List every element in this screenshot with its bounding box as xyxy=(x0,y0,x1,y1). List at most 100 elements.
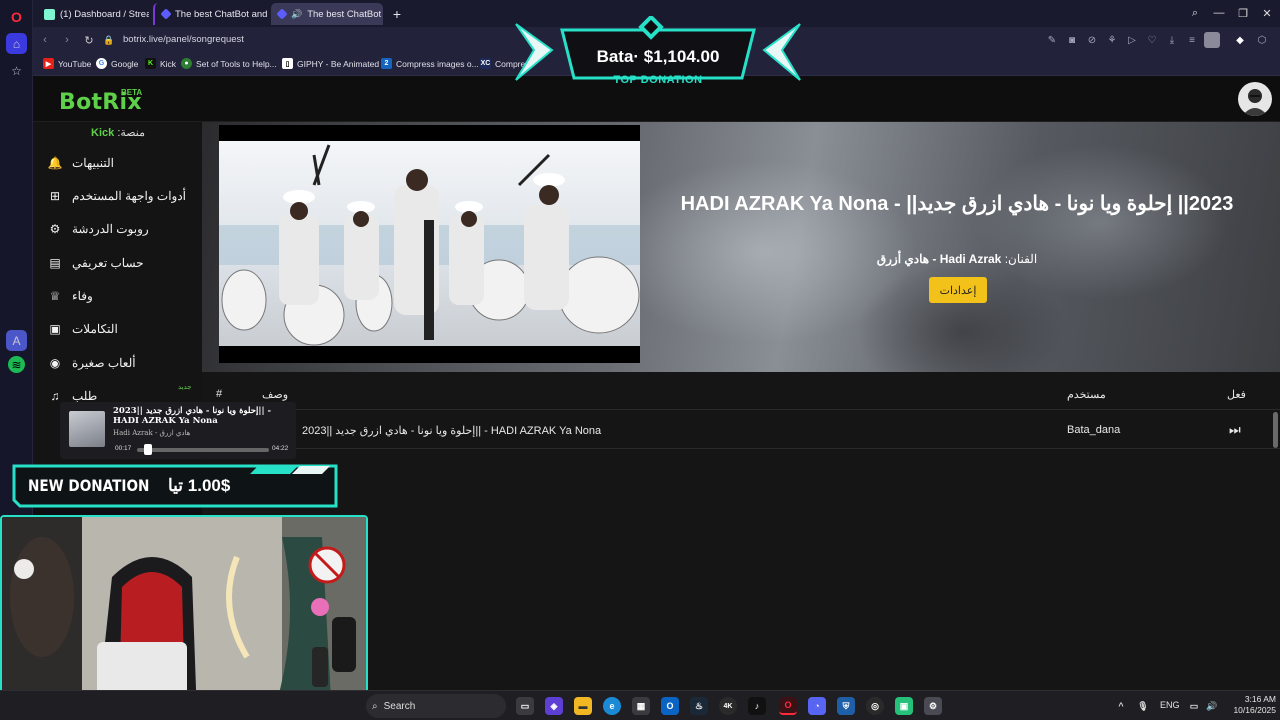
tab-dashboard[interactable]: (1) Dashboard / Streamlab xyxy=(37,3,149,25)
settings-icon[interactable]: ⬡ xyxy=(1254,32,1270,48)
music-icon: ♫ xyxy=(50,389,60,403)
search-icon: ⌕ xyxy=(372,700,378,712)
sidebar-item-alerts[interactable]: 🔔 التنبيهات xyxy=(48,152,198,174)
queue-user: Bata_dana xyxy=(1067,424,1121,436)
elapsed-time: 00:17 xyxy=(115,445,132,452)
bookmark-giphy[interactable]: ▯ GIPHY - Be Animated xyxy=(282,58,379,69)
edit-icon[interactable]: ✎ xyxy=(1044,32,1060,48)
compress-icon: 2 xyxy=(381,58,392,69)
queue-table-header: # وصف مستخدم فعل xyxy=(202,380,1280,410)
clock[interactable]: 3:16 AM 10/16/2025 xyxy=(1226,694,1276,716)
bookmark-google[interactable]: G Google xyxy=(96,58,138,69)
tiktok-icon[interactable]: ♪ xyxy=(748,697,766,715)
opera-icon[interactable]: O xyxy=(779,697,797,715)
sidebar-item-widgets[interactable]: ⊞ أدوات واجهة المستخدم xyxy=(48,185,198,207)
taskbar-search[interactable]: ⌕ Search xyxy=(366,694,506,718)
avatar[interactable] xyxy=(1238,82,1272,116)
heart-icon[interactable]: ♡ xyxy=(1144,32,1160,48)
table-row[interactable]: 2023|| إحلوة ويا نونا - هادي ازرق جديد||… xyxy=(202,412,1280,449)
progress-knob xyxy=(143,444,152,455)
menu-icon[interactable]: ≡ xyxy=(1184,32,1200,48)
sidebar-item-profile[interactable]: ▤ حساب تعريفي xyxy=(48,252,198,274)
now-playing-artist: Hadi Azrak - هادي ازرق xyxy=(113,429,191,437)
video-frame xyxy=(219,125,640,363)
album-thumbnail xyxy=(69,411,105,447)
total-time: 04:22 xyxy=(272,445,289,452)
col-action: فعل xyxy=(1227,389,1246,401)
lock-icon: 🔒 xyxy=(103,34,115,45)
plus-icon[interactable]: + xyxy=(387,3,407,25)
trophy-icon: ♕ xyxy=(49,289,61,303)
spotify-icon[interactable]: ≋ xyxy=(8,356,25,373)
robot-icon: ⚙ xyxy=(49,222,61,236)
vpn-icon[interactable]: ⚘ xyxy=(1104,32,1120,48)
google-icon: G xyxy=(96,58,107,69)
file-explorer-icon[interactable]: ▬ xyxy=(574,697,592,715)
queue-song: 2023|| إحلوة ويا نونا - هادي ازرق جديد||… xyxy=(302,425,602,437)
opera-logo-icon[interactable]: O xyxy=(6,6,27,27)
bookmark-kick[interactable]: K Kick xyxy=(145,58,176,69)
minimize-icon[interactable]: — xyxy=(1211,5,1227,21)
bookmark-youtube[interactable]: ▶ YouTube xyxy=(43,58,91,69)
video-player[interactable] xyxy=(219,125,640,363)
user-portrait xyxy=(1242,89,1268,116)
language-indicator[interactable]: ENG xyxy=(1160,700,1180,710)
skip-icon[interactable]: ⏭ xyxy=(1229,422,1241,438)
steam-icon[interactable]: ♨ xyxy=(690,697,708,715)
star-icon[interactable]: ☆ xyxy=(6,60,27,81)
new-badge: جديد xyxy=(178,384,192,391)
top-donation-amount: Bata· $1,104.00 xyxy=(596,47,720,66)
camera-icon[interactable]: ◙ xyxy=(1064,32,1080,48)
platform-value: Kick xyxy=(91,127,115,139)
new-donation-label: NEW DONATION xyxy=(28,476,150,495)
reload-icon[interactable]: ↻ xyxy=(81,32,97,48)
url-field[interactable]: botrix.live/panel/songrequest xyxy=(123,34,244,45)
tab-botrix-2[interactable]: 🔊 The best ChatBot and xyxy=(271,3,383,25)
search-icon[interactable]: ⌕ xyxy=(1187,5,1203,21)
botrix-icon xyxy=(276,8,288,20)
forward-icon[interactable]: › xyxy=(59,32,75,48)
top-donation-label: TOP DONATION xyxy=(613,74,703,86)
streamlabs-icon[interactable]: ▣ xyxy=(895,697,913,715)
volume-icon[interactable]: 🔊 xyxy=(1203,697,1221,715)
chevron-up-icon[interactable]: ^ xyxy=(1112,697,1130,715)
bell-icon: 🔔 xyxy=(47,156,63,170)
copilot-icon[interactable]: ◈ xyxy=(545,697,563,715)
streamlabs-icon xyxy=(44,8,55,20)
task-view-icon[interactable]: ▭ xyxy=(516,697,534,715)
sidebar-item-minigames[interactable]: ◉ ألعاب صغيرة xyxy=(48,352,198,374)
outlook-icon[interactable]: O xyxy=(661,697,679,715)
home-icon[interactable]: ⌂ xyxy=(6,33,27,54)
bookmark-compress[interactable]: 2 Compress images o... xyxy=(381,58,479,69)
play-icon[interactable]: ▷ xyxy=(1124,32,1140,48)
store-icon[interactable]: ▦ xyxy=(632,697,650,715)
close-icon[interactable]: ✕ xyxy=(1259,5,1275,21)
sidebar-item-integrations[interactable]: ▣ التكاملات xyxy=(48,318,198,340)
scrollbar[interactable] xyxy=(1273,412,1278,448)
download-icon[interactable]: ⤓ xyxy=(1164,32,1180,48)
tab-botrix-1[interactable]: The best ChatBot and Wi xyxy=(153,3,267,25)
security-icon[interactable]: ⛨ xyxy=(837,697,855,715)
network-icon[interactable]: ▭ xyxy=(1185,697,1203,715)
sidebar-item-loyalty[interactable]: ♕ وفاء xyxy=(48,285,198,307)
4k-icon[interactable]: 4K xyxy=(719,697,737,715)
bookmark-tools[interactable]: ● Set of Tools to Help... xyxy=(181,58,277,69)
profile-icon[interactable] xyxy=(1204,32,1220,48)
speaker-icon: 🔊 xyxy=(291,8,303,19)
settings-gear-icon[interactable]: ⚙ xyxy=(924,697,942,715)
aria-icon[interactable]: A xyxy=(6,330,27,351)
now-playing-widget: 2023|| إحلوة ويا نونا - هادي ازرق جديد||… xyxy=(60,402,296,459)
maximize-icon[interactable]: ❐ xyxy=(1235,5,1251,21)
obs-icon[interactable]: ◎ xyxy=(866,697,884,715)
gamepad-icon: ◉ xyxy=(49,356,61,370)
settings-button[interactable]: إعدادات xyxy=(929,277,987,303)
extension-icon[interactable]: ◆ xyxy=(1232,32,1248,48)
edge-icon[interactable]: e xyxy=(603,697,621,715)
back-icon[interactable]: ‹ xyxy=(37,32,53,48)
sidebar-item-chatbot[interactable]: ⚙ روبوت الدردشة xyxy=(48,218,198,240)
microphone-icon[interactable]: 🎙 xyxy=(1134,697,1152,715)
shield-icon[interactable]: ⊘ xyxy=(1084,32,1100,48)
botrix-icon xyxy=(160,8,172,20)
cube-icon: ▣ xyxy=(49,322,61,336)
discord-icon[interactable]: ◔ xyxy=(808,697,826,715)
